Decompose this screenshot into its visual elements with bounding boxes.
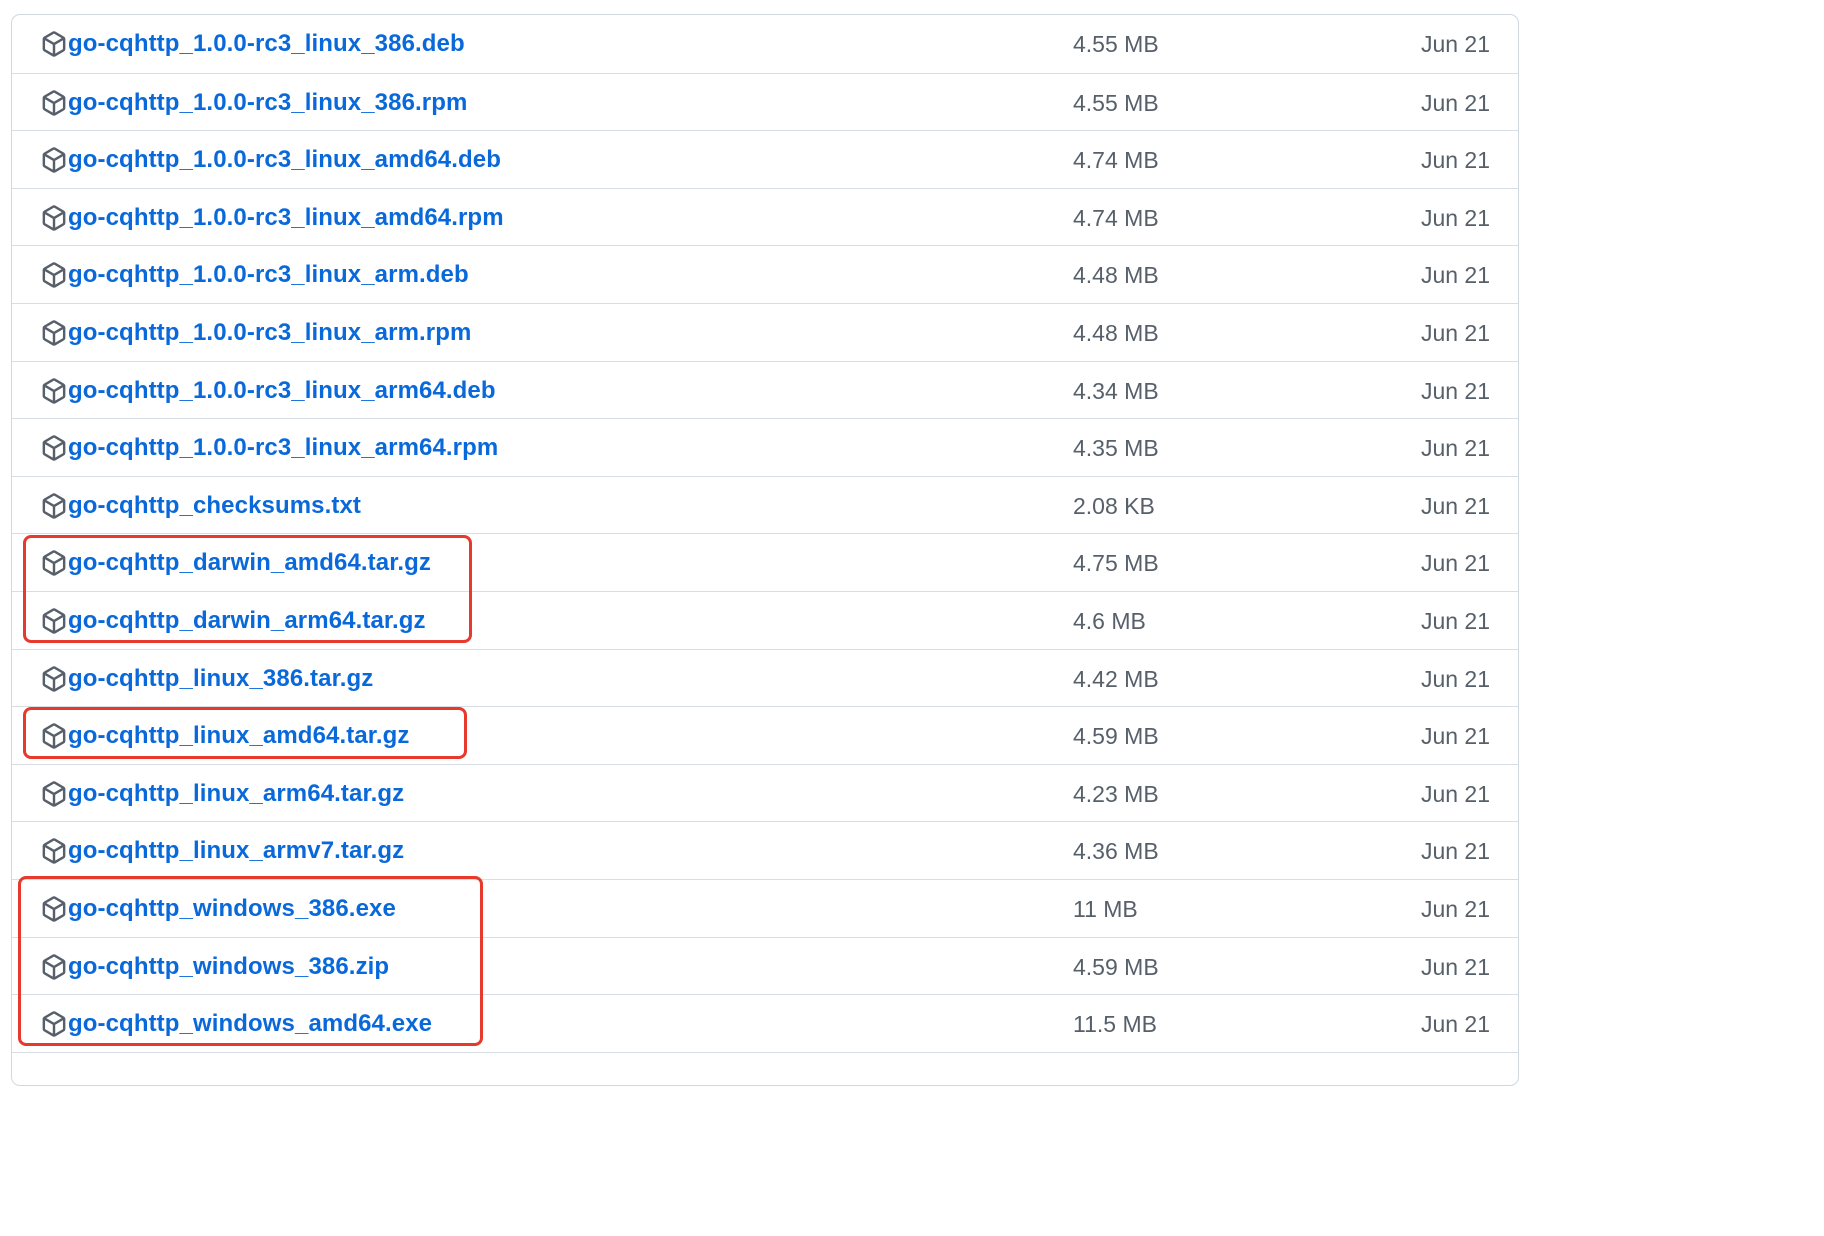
asset-date: Jun 21 <box>1420 492 1490 519</box>
asset-size: 2.08 KB <box>1073 492 1155 519</box>
asset-row: go-cqhttp_1.0.0-rc3_linux_386.rpm 4.55 M… <box>12 72 1518 131</box>
asset-download-link[interactable]: go-cqhttp_1.0.0-rc3_linux_arm.deb <box>68 246 469 303</box>
package-icon <box>41 608 67 634</box>
asset-download-link[interactable]: go-cqhttp_darwin_arm64.tar.gz <box>68 592 426 649</box>
asset-download-link[interactable]: go-cqhttp_linux_amd64.tar.gz <box>68 707 410 764</box>
asset-size: 11 MB <box>1073 896 1138 922</box>
asset-row: go-cqhttp_darwin_amd64.tar.gz 4.75 MB Ju… <box>12 533 1518 591</box>
asset-row: go-cqhttp_linux_armv7.tar.gz 4.36 MB Jun… <box>12 821 1518 879</box>
package-icon <box>41 320 67 346</box>
asset-row: go-cqhttp_1.0.0-rc3_linux_amd64.rpm 4.74… <box>12 187 1518 246</box>
asset-size: 4.59 MB <box>1073 723 1159 750</box>
asset-date: Jun 21 <box>1420 665 1490 692</box>
asset-row <box>12 1051 1518 1110</box>
asset-row: go-cqhttp_windows_386.exe 11 MB Jun 21 <box>12 879 1518 937</box>
asset-row: go-cqhttp_1.0.0-rc3_linux_arm.rpm 4.48 M… <box>12 303 1518 361</box>
asset-date: Jun 21 <box>1420 262 1490 289</box>
package-icon <box>41 838 67 865</box>
package-icon <box>41 550 67 577</box>
package-icon <box>41 435 67 461</box>
asset-date: Jun 21 <box>1420 320 1490 346</box>
package-icon <box>41 896 67 922</box>
asset-download-link[interactable]: go-cqhttp_linux_arm64.tar.gz <box>68 765 404 822</box>
asset-row: go-cqhttp_windows_386.zip 4.59 MB Jun 21 <box>12 936 1518 995</box>
package-icon <box>41 665 67 692</box>
asset-row: go-cqhttp_1.0.0-rc3_linux_arm64.rpm 4.35… <box>12 418 1518 476</box>
package-icon <box>41 262 67 289</box>
asset-row: go-cqhttp_checksums.txt 2.08 KB Jun 21 <box>12 475 1518 534</box>
asset-date: Jun 21 <box>1420 435 1490 462</box>
asset-download-link[interactable]: go-cqhttp_linux_386.tar.gz <box>68 650 373 707</box>
package-icon <box>41 1011 67 1037</box>
asset-download-link[interactable]: go-cqhttp_checksums.txt <box>68 477 361 534</box>
package-icon <box>41 31 67 57</box>
asset-download-link[interactable]: go-cqhttp_1.0.0-rc3_linux_386.deb <box>68 15 465 72</box>
asset-download-link[interactable]: go-cqhttp_windows_386.zip <box>68 938 389 995</box>
asset-row: go-cqhttp_1.0.0-rc3_linux_amd64.deb 4.74… <box>12 130 1518 188</box>
asset-row: go-cqhttp_1.0.0-rc3_linux_386.deb 4.55 M… <box>12 15 1518 73</box>
asset-download-link[interactable]: go-cqhttp_1.0.0-rc3_linux_arm64.deb <box>68 362 496 419</box>
asset-size: 11.5 MB <box>1073 1011 1157 1038</box>
asset-row: go-cqhttp_linux_arm64.tar.gz 4.23 MB Jun… <box>12 763 1518 822</box>
package-icon <box>41 205 67 231</box>
asset-size: 4.34 MB <box>1073 377 1159 404</box>
asset-date: Jun 21 <box>1420 780 1490 807</box>
asset-size: 4.74 MB <box>1073 147 1159 174</box>
package-icon <box>41 781 67 807</box>
asset-size: 4.48 MB <box>1073 320 1159 346</box>
asset-size: 4.55 MB <box>1073 31 1159 57</box>
package-icon <box>41 147 67 173</box>
asset-date: Jun 21 <box>1420 1011 1490 1038</box>
asset-download-link[interactable]: go-cqhttp_darwin_amd64.tar.gz <box>68 534 431 591</box>
package-icon <box>41 723 67 749</box>
package-icon <box>41 493 67 519</box>
asset-download-link[interactable]: go-cqhttp_1.0.0-rc3_linux_arm64.rpm <box>68 419 498 476</box>
asset-size: 4.42 MB <box>1073 665 1159 692</box>
package-icon <box>41 377 67 404</box>
asset-size: 4.23 MB <box>1073 780 1159 807</box>
asset-date: Jun 21 <box>1420 953 1490 980</box>
asset-date: Jun 21 <box>1420 550 1490 577</box>
asset-download-link[interactable]: go-cqhttp_1.0.0-rc3_linux_386.rpm <box>68 74 467 131</box>
asset-date: Jun 21 <box>1420 723 1490 750</box>
asset-size: 4.35 MB <box>1073 435 1159 462</box>
asset-size: 4.59 MB <box>1073 953 1159 980</box>
asset-date: Jun 21 <box>1420 838 1490 865</box>
asset-size: 4.36 MB <box>1073 838 1159 865</box>
asset-row: go-cqhttp_1.0.0-rc3_linux_arm64.deb 4.34… <box>12 360 1518 419</box>
asset-date: Jun 21 <box>1420 204 1490 231</box>
asset-download-link[interactable]: go-cqhttp_1.0.0-rc3_linux_arm.rpm <box>68 304 471 361</box>
asset-row: go-cqhttp_linux_amd64.tar.gz 4.59 MB Jun… <box>12 706 1518 764</box>
asset-date: Jun 21 <box>1420 377 1490 404</box>
asset-size: 4.75 MB <box>1073 550 1159 577</box>
package-icon <box>41 89 67 116</box>
asset-date: Jun 21 <box>1420 147 1490 174</box>
asset-row: go-cqhttp_1.0.0-rc3_linux_arm.deb 4.48 M… <box>12 245 1518 303</box>
package-icon <box>41 953 67 980</box>
asset-size: 4.55 MB <box>1073 89 1159 116</box>
asset-size: 4.6 MB <box>1073 608 1146 634</box>
asset-size: 4.74 MB <box>1073 204 1159 231</box>
asset-row: go-cqhttp_linux_386.tar.gz 4.42 MB Jun 2… <box>12 648 1518 707</box>
asset-row: go-cqhttp_darwin_arm64.tar.gz 4.6 MB Jun… <box>12 591 1518 649</box>
asset-date: Jun 21 <box>1420 31 1490 57</box>
release-assets-list: go-cqhttp_1.0.0-rc3_linux_386.deb 4.55 M… <box>11 14 1519 1086</box>
asset-row: go-cqhttp_windows_amd64.exe 11.5 MB Jun … <box>12 994 1518 1052</box>
asset-date: Jun 21 <box>1420 896 1490 922</box>
asset-download-link[interactable]: go-cqhttp_windows_386.exe <box>68 880 396 937</box>
asset-download-link[interactable]: go-cqhttp_1.0.0-rc3_linux_amd64.deb <box>68 131 501 188</box>
asset-size: 4.48 MB <box>1073 262 1159 289</box>
asset-date: Jun 21 <box>1420 608 1490 634</box>
asset-download-link[interactable]: go-cqhttp_1.0.0-rc3_linux_amd64.rpm <box>68 189 504 246</box>
asset-date: Jun 21 <box>1420 89 1490 116</box>
asset-download-link[interactable]: go-cqhttp_linux_armv7.tar.gz <box>68 822 404 879</box>
asset-download-link[interactable]: go-cqhttp_windows_amd64.exe <box>68 995 432 1052</box>
